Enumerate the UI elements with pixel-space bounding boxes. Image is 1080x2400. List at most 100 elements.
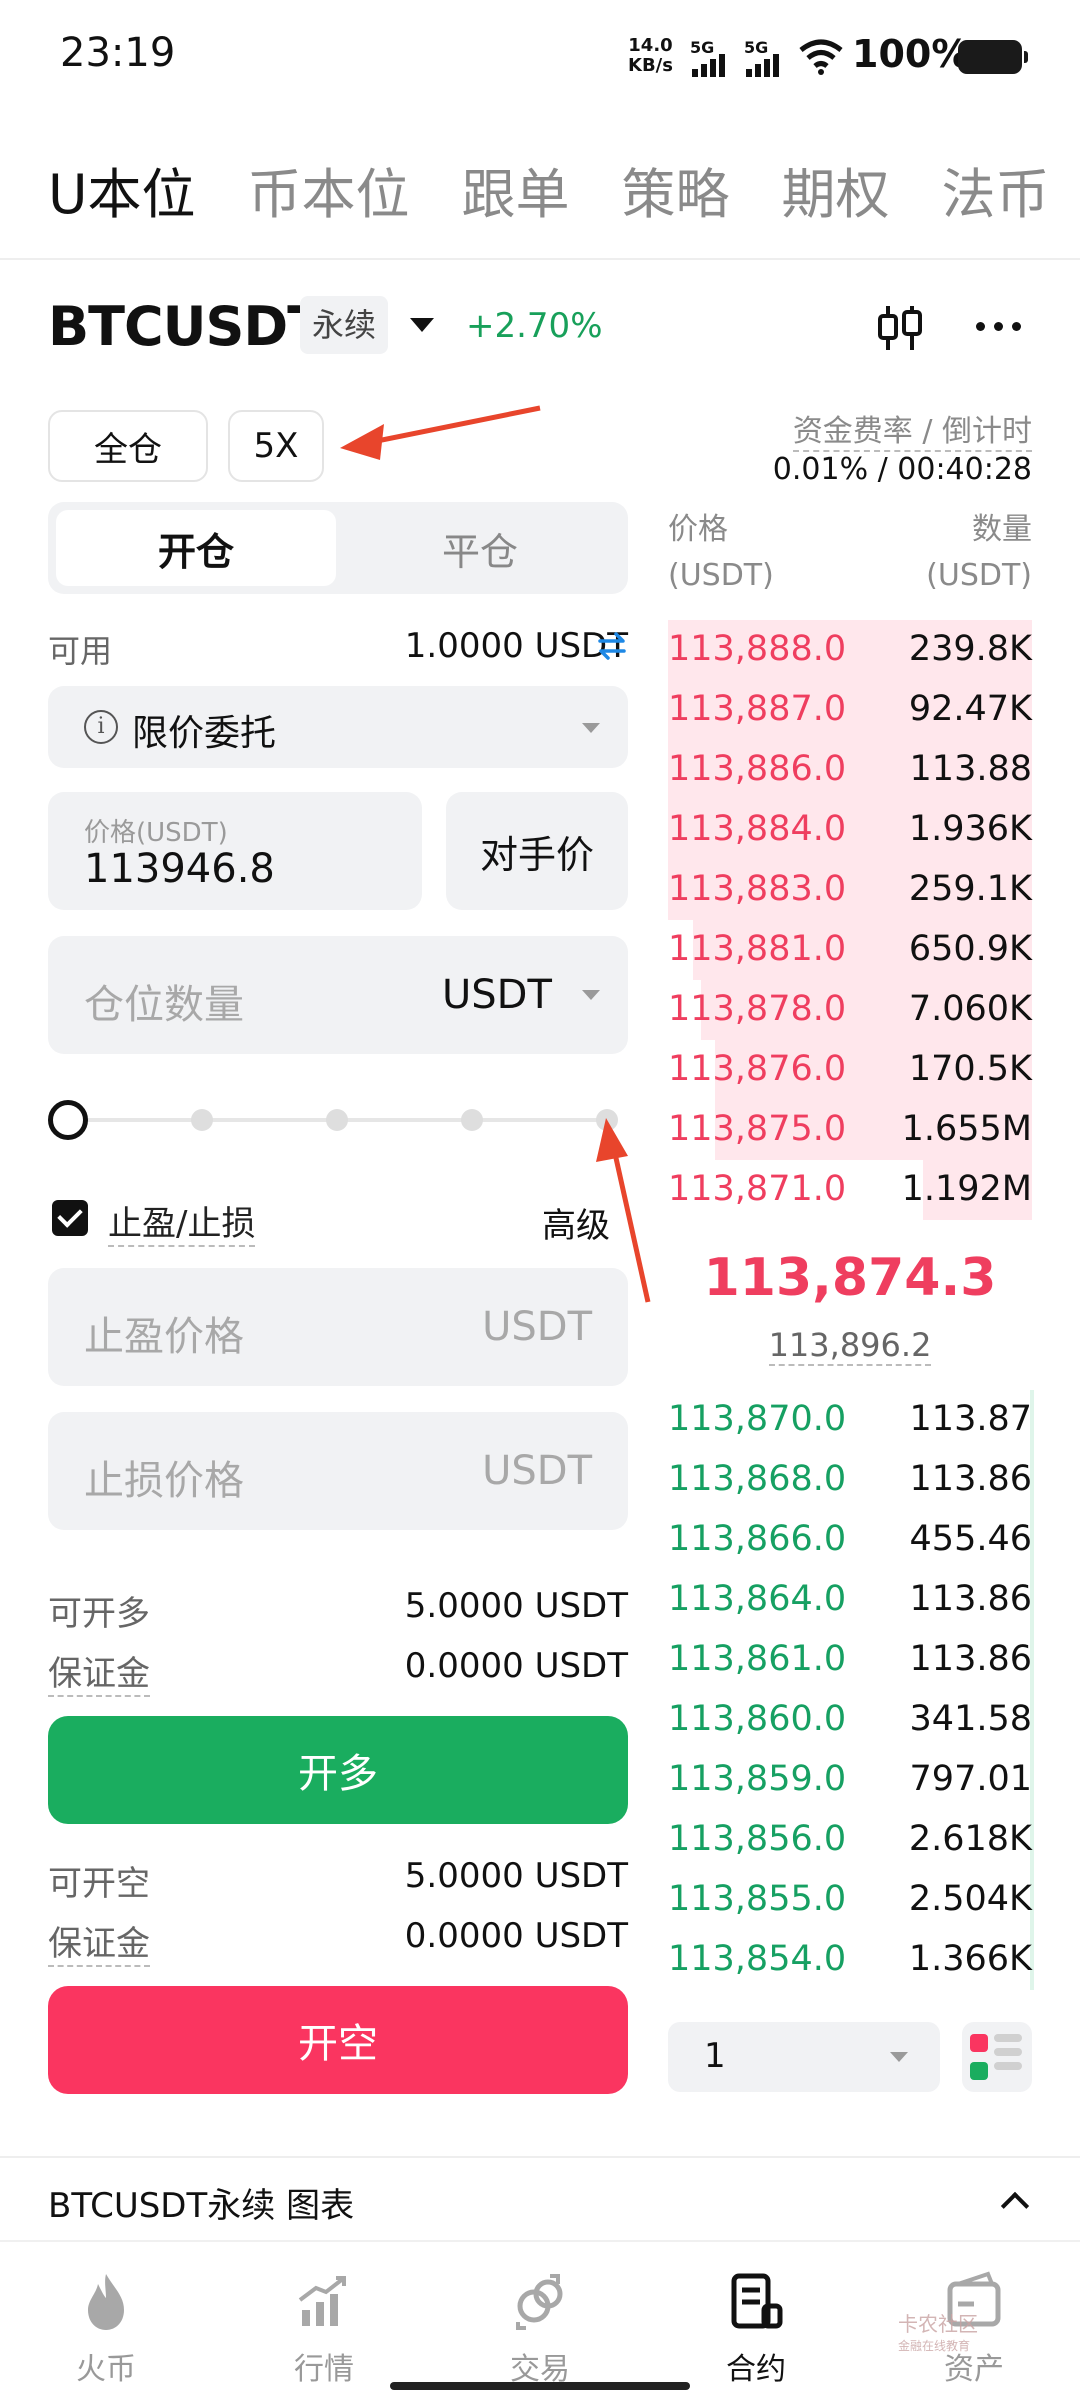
ask-price: 113,876.0	[668, 1049, 847, 1089]
stop-loss-input[interactable]: 止损价格 USDT	[48, 1412, 628, 1530]
max-long-label: 可开多	[48, 1594, 150, 1634]
orderbook-qty-header: 数量	[972, 512, 1032, 547]
nav-market[interactable]: 行情	[254, 2270, 394, 2388]
ask-row[interactable]: 113,881.0 650.9K	[668, 920, 1032, 980]
info-icon[interactable]: i	[84, 710, 118, 744]
take-profit-input[interactable]: 止盈价格 USDT	[48, 1268, 628, 1386]
depth-step-select[interactable]: 1	[668, 2022, 940, 2092]
take-profit-placeholder: 止盈价格	[84, 1314, 244, 1360]
ask-row[interactable]: 113,886.0 113.88	[668, 740, 1032, 800]
ask-row[interactable]: 113,887.0 92.47K	[668, 680, 1032, 740]
bid-quantity: 113.86	[909, 1459, 1032, 1499]
ask-row[interactable]: 113,878.0 7.060K	[668, 980, 1032, 1040]
price-input-label: 价格(USDT)	[84, 818, 228, 848]
tab-close-position[interactable]: 平仓	[340, 510, 620, 586]
orderbook-layout-icon[interactable]	[962, 2022, 1032, 2092]
order-type-select[interactable]: i 限价委托	[48, 686, 628, 768]
ask-row[interactable]: 113,875.0 1.655M	[668, 1100, 1032, 1160]
bid-row[interactable]: 113,855.0 2.504K	[668, 1870, 1032, 1930]
chart-panel-toggle[interactable]: BTCUSDT永续 图表	[48, 2178, 354, 2227]
ask-quantity: 170.5K	[908, 1049, 1032, 1089]
tab-strategy[interactable]: 策略	[622, 150, 730, 229]
price-input[interactable]: 价格(USDT) 113946.8	[48, 792, 422, 910]
bid-price: 113,861.0	[668, 1639, 847, 1679]
tpsl-checkbox[interactable]	[52, 1200, 88, 1236]
battery-icon	[958, 40, 1028, 74]
chevron-down-icon	[582, 723, 600, 733]
open-short-button[interactable]: 开空	[48, 1986, 628, 2094]
ask-price: 113,878.0	[668, 989, 847, 1029]
nav-trade[interactable]: 交易	[470, 2270, 610, 2388]
bid-row[interactable]: 113,864.0 113.86	[668, 1570, 1032, 1630]
ask-row[interactable]: 113,883.0 259.1K	[668, 860, 1032, 920]
slider-tick-50[interactable]	[326, 1109, 348, 1131]
tab-u-margined[interactable]: U本位	[48, 150, 196, 229]
long-margin-label[interactable]: 保证金	[48, 1646, 150, 1697]
nav-home[interactable]: 火币	[36, 2270, 176, 2388]
bid-row[interactable]: 113,859.0 797.01	[668, 1750, 1032, 1810]
ask-price: 113,888.0	[668, 629, 847, 669]
pair-dropdown-icon[interactable]	[410, 318, 434, 332]
ask-quantity: 92.47K	[908, 689, 1032, 729]
open-long-button[interactable]: 开多	[48, 1716, 628, 1824]
bid-row[interactable]: 113,854.0 1.366K	[668, 1930, 1032, 1990]
nav-contract[interactable]: 合约	[686, 2270, 826, 2388]
bid-quantity: 1.366K	[908, 1939, 1032, 1979]
mark-price[interactable]: 113,896.2	[668, 1326, 1032, 1366]
watermark: 卡农社区 金融在线教育	[898, 2312, 978, 2353]
tab-copy-trading[interactable]: 跟单	[462, 150, 570, 229]
bid-row[interactable]: 113,866.0 455.46	[668, 1510, 1032, 1570]
ask-row[interactable]: 113,884.0 1.936K	[668, 800, 1032, 860]
ask-row[interactable]: 113,876.0 170.5K	[668, 1040, 1032, 1100]
bid-price: 113,854.0	[668, 1939, 847, 1979]
max-short-value: 5.0000 USDT	[404, 1856, 628, 1896]
quantity-unit-select[interactable]: USDT	[442, 972, 552, 1018]
counter-price-button[interactable]: 对手价	[446, 792, 628, 910]
tab-options[interactable]: 期权	[782, 150, 890, 229]
ask-quantity: 650.9K	[908, 929, 1032, 969]
battery-percent: 100%	[852, 32, 970, 76]
stop-loss-unit: USDT	[482, 1448, 592, 1494]
bid-price: 113,870.0	[668, 1399, 847, 1439]
more-icon[interactable]	[976, 322, 1021, 331]
margin-mode-button[interactable]: 全仓	[48, 410, 208, 482]
home-indicator[interactable]	[390, 2382, 690, 2390]
slider-tick-100[interactable]	[596, 1109, 618, 1131]
tab-fiat[interactable]: 法币	[942, 150, 1050, 229]
available-balance: 1.0000 USDT	[404, 626, 628, 666]
ask-row[interactable]: 113,871.0 1.192M	[668, 1160, 1032, 1220]
quantity-slider[interactable]	[48, 1098, 628, 1142]
leverage-button[interactable]: 5X	[228, 410, 324, 482]
tab-open-position[interactable]: 开仓	[56, 510, 336, 586]
bid-price: 113,855.0	[668, 1879, 847, 1919]
short-margin-label[interactable]: 保证金	[48, 1916, 150, 1967]
ask-row[interactable]: 113,888.0 239.8K	[668, 620, 1032, 680]
funding-rate-label[interactable]: 资金费率 / 倒计时	[792, 406, 1032, 452]
tab-coin-margined[interactable]: 币本位	[248, 150, 410, 229]
candlestick-chart-icon[interactable]	[872, 300, 928, 356]
pair-symbol[interactable]: BTCUSDT	[48, 295, 324, 358]
advanced-button[interactable]: 高级	[542, 1198, 610, 1247]
flame-icon	[88, 2274, 124, 2330]
bid-row[interactable]: 113,860.0 341.58	[668, 1690, 1032, 1750]
price-input-value[interactable]: 113946.8	[84, 846, 275, 892]
bid-price: 113,859.0	[668, 1759, 847, 1799]
tpsl-label[interactable]: 止盈/止损	[108, 1196, 256, 1247]
bid-row[interactable]: 113,861.0 113.86	[668, 1630, 1032, 1690]
slider-tick-25[interactable]	[191, 1109, 213, 1131]
chevron-up-icon[interactable]	[1000, 2191, 1030, 2221]
divider	[0, 258, 1080, 260]
status-bar: 23:19 14.0 KB/s 5G 5G 100%	[0, 0, 1080, 110]
quantity-input[interactable]: 仓位数量 USDT	[48, 936, 628, 1054]
transfer-icon[interactable]	[596, 630, 628, 662]
bid-row[interactable]: 113,868.0 113.86	[668, 1450, 1032, 1510]
bid-row[interactable]: 113,870.0 113.87	[668, 1390, 1032, 1450]
ask-quantity: 1.655M	[901, 1109, 1032, 1149]
slider-tick-75[interactable]	[461, 1109, 483, 1131]
chevron-down-icon	[890, 2052, 908, 2062]
bid-row[interactable]: 113,856.0 2.618K	[668, 1810, 1032, 1870]
last-price[interactable]: 113,874.3	[668, 1248, 1032, 1308]
slider-handle[interactable]	[48, 1100, 88, 1140]
bid-price: 113,868.0	[668, 1459, 847, 1499]
ask-price: 113,886.0	[668, 749, 847, 789]
